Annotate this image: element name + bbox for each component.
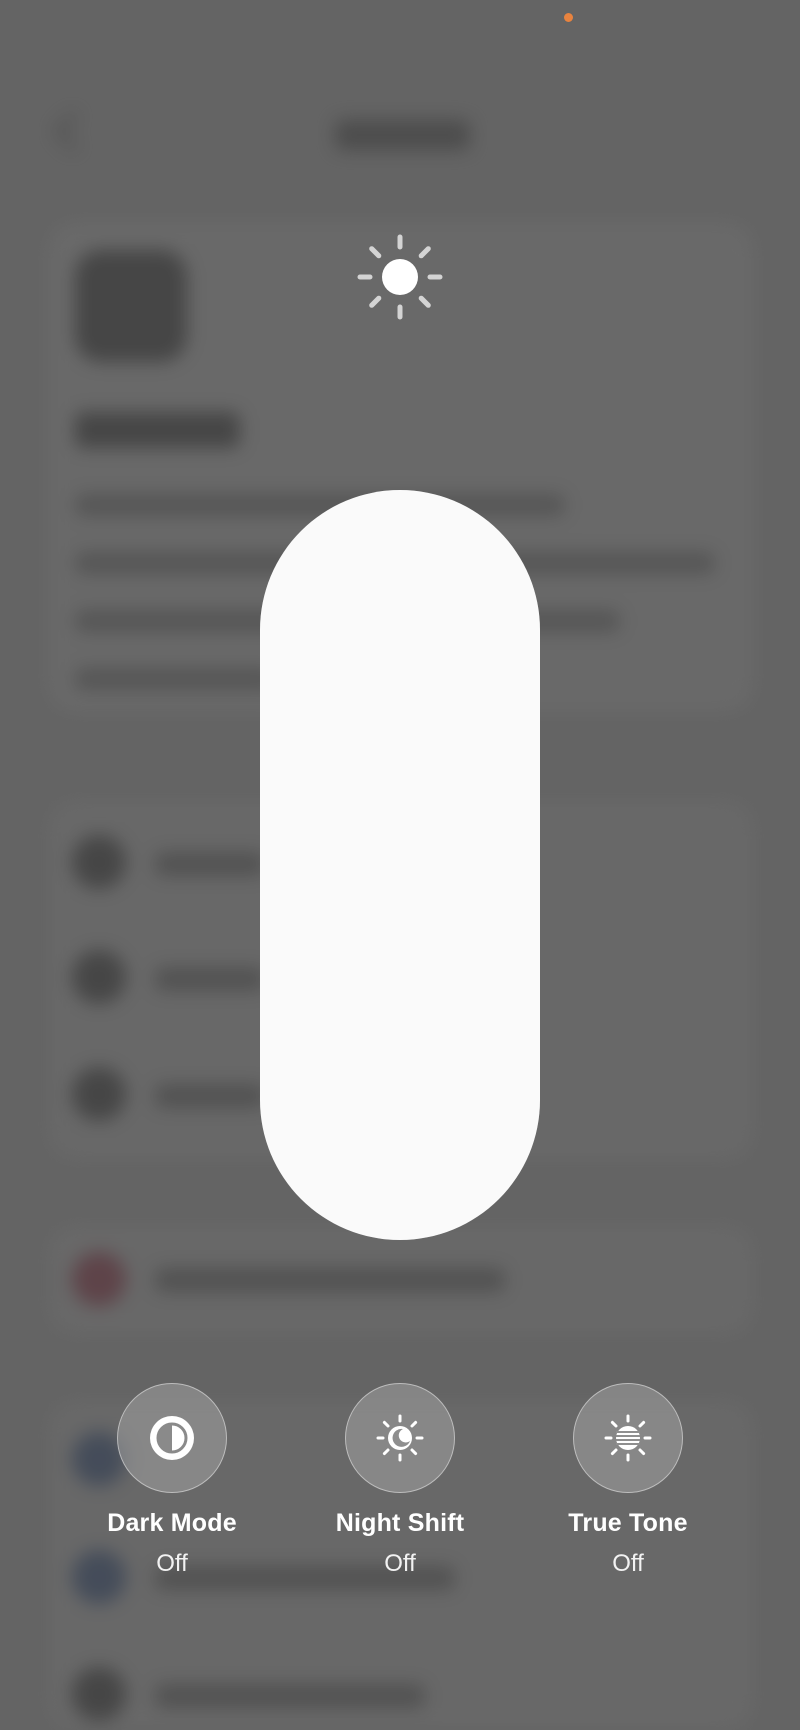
background-row-text bbox=[155, 1084, 265, 1108]
dark-mode-state: Off bbox=[156, 1550, 188, 1577]
background-row-icon bbox=[72, 950, 126, 1004]
true-tone-state: Off bbox=[612, 1550, 644, 1577]
background-back-chevron-icon bbox=[54, 112, 93, 151]
night-shift-label: Night Shift bbox=[335, 1509, 465, 1537]
dark-mode-label: Dark Mode bbox=[107, 1509, 237, 1537]
dark-mode-icon bbox=[150, 1416, 194, 1460]
background-row-text bbox=[155, 1268, 505, 1292]
background-heading bbox=[75, 412, 240, 448]
brightness-slider[interactable] bbox=[260, 490, 540, 1240]
true-tone-label: True Tone bbox=[568, 1509, 688, 1537]
true-tone-control: True Tone Off bbox=[508, 1383, 748, 1578]
dark-mode-button[interactable] bbox=[117, 1383, 227, 1493]
night-shift-icon bbox=[376, 1414, 424, 1462]
background-row-icon bbox=[72, 1667, 126, 1721]
true-tone-button[interactable] bbox=[573, 1383, 683, 1493]
true-tone-icon bbox=[604, 1414, 652, 1462]
background-row-icon bbox=[72, 1067, 126, 1121]
background-row-text bbox=[155, 852, 265, 876]
background-row-text bbox=[155, 967, 265, 991]
dark-mode-control: Dark Mode Off bbox=[52, 1383, 292, 1578]
background-row-icon bbox=[72, 1252, 126, 1306]
sun-icon bbox=[355, 232, 445, 322]
privacy-indicator-dot bbox=[564, 13, 573, 22]
night-shift-control: Night Shift Off bbox=[280, 1383, 520, 1578]
background-row-icon bbox=[72, 835, 126, 889]
background-text-line bbox=[75, 668, 275, 690]
background-row-text bbox=[155, 1684, 425, 1708]
night-shift-state: Off bbox=[384, 1550, 416, 1577]
brightness-slider-fill bbox=[260, 490, 540, 1240]
background-title bbox=[335, 120, 470, 150]
background-app-icon bbox=[75, 250, 187, 362]
night-shift-button[interactable] bbox=[345, 1383, 455, 1493]
